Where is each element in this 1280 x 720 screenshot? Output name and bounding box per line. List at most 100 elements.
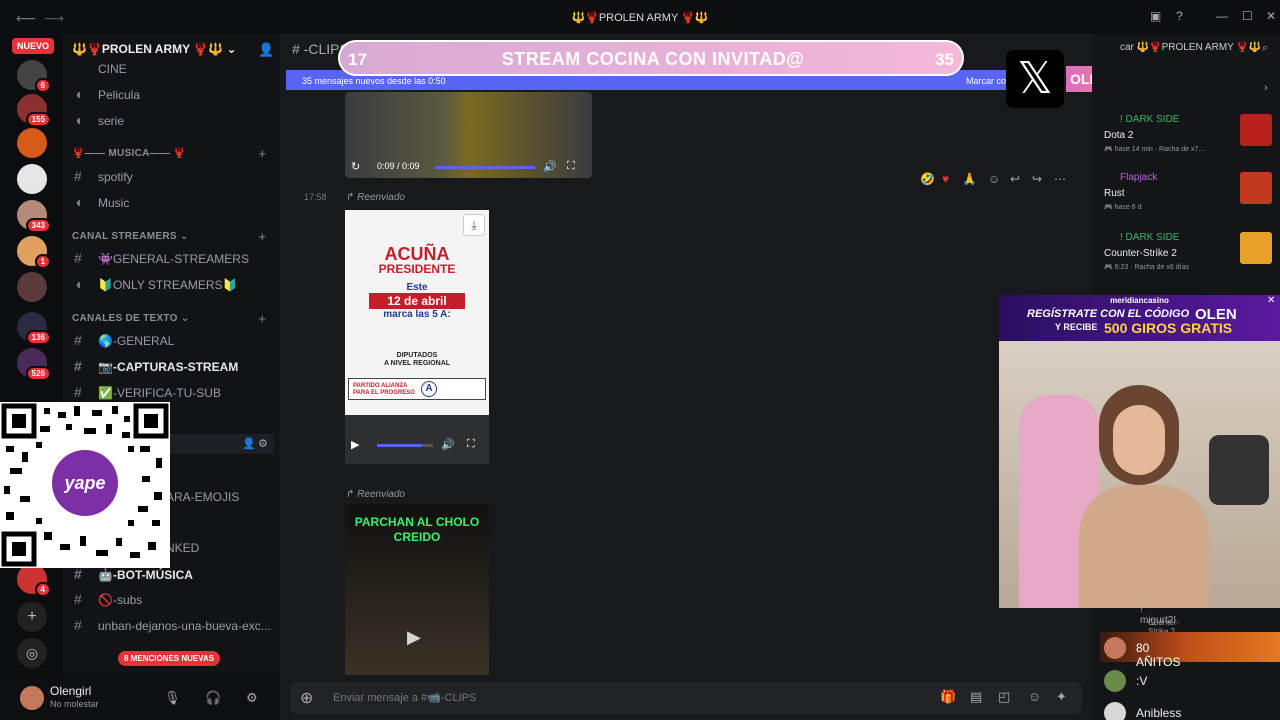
- search-box[interactable]: car 🔱🦞PROLEN ARMY 🦞🔱: [1120, 42, 1261, 53]
- channel-item[interactable]: CINE: [70, 57, 274, 81]
- activity-card[interactable]: Flapjack Rust 🎮 hace 6 d: [1098, 172, 1274, 226]
- gift-icon[interactable]: 🎁: [940, 689, 956, 705]
- channel-item[interactable]: ◖ serie: [70, 109, 274, 133]
- channel-item[interactable]: # 🌎-GENERAL: [70, 329, 274, 353]
- hash-icon: #: [74, 250, 82, 266]
- server-icon[interactable]: 6: [17, 60, 51, 93]
- microphone-icon: [1209, 435, 1269, 505]
- hash-icon: #: [74, 566, 82, 582]
- emoji-icon[interactable]: ☺: [1028, 689, 1041, 704]
- channel-item[interactable]: # 👾GENERAL-STREAMERS: [70, 247, 274, 271]
- activity-game: Counter-Strike 2: [1104, 248, 1177, 259]
- channel-item[interactable]: # 📷-CAPTURAS-STREAM: [70, 355, 274, 379]
- message-composer[interactable]: ⊕ Enviar mensaje a #📹-CLIPS 🎁 ▤ ◰ ☺ ✦: [290, 682, 1082, 714]
- fullscreen-icon[interactable]: ⛶: [467, 438, 475, 451]
- highlight-message: [1100, 632, 1280, 662]
- channel-item[interactable]: # unban-dejanos-una-bueva-exc...: [70, 614, 274, 638]
- settings-gear-icon[interactable]: ⚙: [246, 690, 258, 706]
- volume-icon[interactable]: 🔊: [543, 160, 557, 173]
- channel-label: NKED: [166, 541, 200, 555]
- avatar: [1104, 670, 1126, 692]
- reply-icon[interactable]: ↩: [1010, 172, 1020, 186]
- explore-icon[interactable]: ◎: [17, 638, 47, 668]
- minimize-icon[interactable]: —: [1216, 9, 1228, 23]
- mentions-badge[interactable]: 8 MENCIONES NUEVAS: [118, 651, 221, 666]
- banner-line: Y RECIBE: [1055, 322, 1098, 332]
- download-icon[interactable]: ⤓: [463, 214, 485, 236]
- video-progress[interactable]: [377, 444, 433, 447]
- add-channel-icon[interactable]: +: [258, 229, 266, 244]
- poster-video[interactable]: ⤓ ACUÑA PRESIDENTE Este 12 de abril marc…: [345, 210, 489, 464]
- activity-card[interactable]: ! DARK SIDE Dota 2 🎮 hace 14 min · Racha…: [1098, 114, 1274, 168]
- channel-item[interactable]: ◖ Music: [70, 191, 274, 215]
- message-input[interactable]: Enviar mensaje a #📹-CLIPS: [333, 691, 476, 704]
- chevron-right-icon[interactable]: ›: [1264, 82, 1268, 94]
- server-icon[interactable]: 4: [17, 564, 51, 597]
- help-icon[interactable]: ?: [1176, 9, 1183, 23]
- category-text[interactable]: CANALES DE TEXTO ⌄: [72, 313, 190, 324]
- attach-plus-icon[interactable]: ⊕: [300, 688, 313, 708]
- channel-item[interactable]: # spotify: [70, 165, 274, 189]
- more-icon[interactable]: ⋯: [1054, 172, 1066, 186]
- avatar[interactable]: [20, 686, 44, 710]
- activity-user: ! DARK SIDE: [1120, 232, 1180, 243]
- server-icon[interactable]: [17, 128, 47, 158]
- fullscreen-icon[interactable]: ⛶: [567, 160, 575, 173]
- gear-icon[interactable]: ⚙: [258, 437, 268, 450]
- speaker-icon: ◖: [74, 86, 83, 102]
- channel-item[interactable]: ◖ 🔰ONLY STREAMERS🔰: [70, 273, 274, 297]
- video-caption: PARCHAN AL CHOLO CREIDO: [354, 515, 480, 544]
- search-icon[interactable]: ⌕: [1262, 42, 1268, 55]
- headphones-icon[interactable]: 🎧: [205, 690, 221, 706]
- microphone-icon[interactable]: 🎙: [164, 690, 181, 706]
- streamer-face: [1113, 405, 1165, 475]
- avatar: [1104, 637, 1126, 659]
- activity-meta: 🎮 hace 6 d: [1104, 204, 1142, 211]
- video-player[interactable]: ↻ 0:09 / 0:09 🔊 ⛶: [345, 92, 592, 178]
- inbox-icon[interactable]: ▣: [1150, 9, 1161, 23]
- sticker-icon[interactable]: ◰: [998, 689, 1010, 705]
- heart-icon[interactable]: ♥: [942, 172, 949, 186]
- server-icon[interactable]: 155: [17, 94, 51, 127]
- server-icon[interactable]: 526: [17, 348, 51, 381]
- hash-icon: #: [74, 617, 82, 633]
- server-icon[interactable]: [17, 272, 47, 302]
- server-icon[interactable]: 343: [17, 200, 51, 233]
- yape-logo: yape: [52, 450, 118, 516]
- apps-icon[interactable]: ✦: [1056, 689, 1067, 705]
- play-icon[interactable]: ▶: [407, 627, 421, 648]
- channel-item[interactable]: NKED: [162, 536, 274, 560]
- channel-item[interactable]: # 🚫-subs: [70, 588, 274, 612]
- channel-item[interactable]: ◖ Pelicula: [70, 83, 274, 107]
- play-icon[interactable]: ▶: [351, 438, 359, 451]
- video-player[interactable]: PARCHAN AL CHOLO CREIDO ▶: [345, 505, 489, 675]
- party-logo-icon: A: [421, 381, 437, 397]
- add-channel-icon[interactable]: +: [258, 146, 266, 161]
- category-music[interactable]: 🦞—— MUSICA—— 🦞: [72, 148, 186, 159]
- activity-card[interactable]: ! DARK SIDE Counter-Strike 2 🎮 6:23 · Ra…: [1098, 232, 1274, 286]
- replay-icon[interactable]: ↻: [351, 160, 360, 173]
- mark-read-button[interactable]: Marcar co: [966, 76, 1006, 86]
- members-icon[interactable]: 👤: [242, 437, 256, 450]
- chevron-down-icon: ⌄: [226, 42, 237, 56]
- server-icon[interactable]: 1: [17, 236, 51, 269]
- pray-emoji-icon[interactable]: 🙏: [962, 172, 977, 186]
- add-channel-icon[interactable]: +: [258, 311, 266, 326]
- invite-icon[interactable]: 👤: [258, 42, 274, 58]
- add-reaction-icon[interactable]: ☺: [988, 172, 1000, 186]
- channel-item[interactable]: ARA-EMOJIS: [162, 485, 274, 509]
- gif-icon[interactable]: ▤: [970, 689, 982, 705]
- video-progress[interactable]: [435, 166, 535, 169]
- category-streamers[interactable]: CANAL STREAMERS ⌄: [72, 231, 189, 242]
- add-server-icon[interactable]: +: [17, 602, 47, 632]
- forward-icon[interactable]: ↪: [1032, 172, 1042, 186]
- volume-icon[interactable]: 🔊: [441, 438, 455, 451]
- server-icon[interactable]: 136: [17, 312, 51, 345]
- close-icon[interactable]: ✕: [1266, 9, 1276, 23]
- laugh-emoji-icon[interactable]: 🤣: [920, 172, 935, 186]
- close-overlay-icon[interactable]: ✕: [1267, 295, 1275, 306]
- maximize-icon[interactable]: ☐: [1242, 9, 1253, 23]
- channel-label: 🔰ONLY STREAMERS🔰: [98, 278, 238, 292]
- server-badge: 155: [25, 112, 51, 127]
- server-icon[interactable]: [17, 164, 47, 194]
